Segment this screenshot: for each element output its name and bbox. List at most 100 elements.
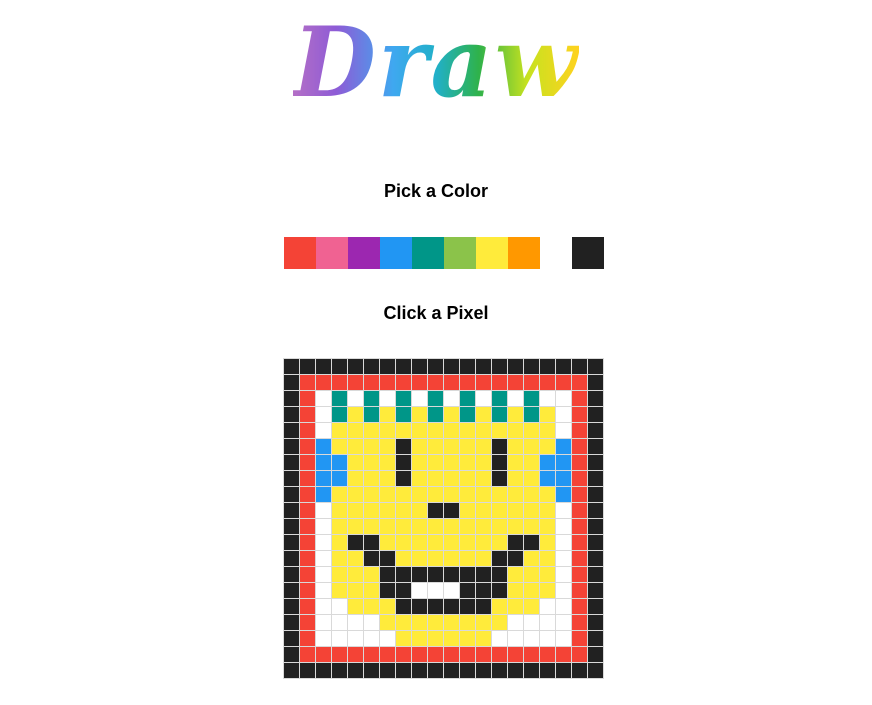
pixel-cell[interactable] bbox=[556, 631, 572, 647]
pixel-cell[interactable] bbox=[524, 615, 540, 631]
pixel-cell[interactable] bbox=[348, 663, 364, 679]
pixel-cell[interactable] bbox=[348, 391, 364, 407]
pixel-cell[interactable] bbox=[508, 455, 524, 471]
pixel-cell[interactable] bbox=[476, 375, 492, 391]
pixel-cell[interactable] bbox=[300, 599, 316, 615]
pixel-cell[interactable] bbox=[364, 551, 380, 567]
pixel-cell[interactable] bbox=[332, 599, 348, 615]
pixel-cell[interactable] bbox=[348, 407, 364, 423]
pixel-cell[interactable] bbox=[476, 599, 492, 615]
pixel-cell[interactable] bbox=[588, 423, 604, 439]
pixel-cell[interactable] bbox=[588, 407, 604, 423]
pixel-cell[interactable] bbox=[460, 471, 476, 487]
pixel-cell[interactable] bbox=[540, 663, 556, 679]
pixel-cell[interactable] bbox=[316, 359, 332, 375]
pixel-cell[interactable] bbox=[316, 391, 332, 407]
pixel-cell[interactable] bbox=[316, 503, 332, 519]
pixel-cell[interactable] bbox=[460, 631, 476, 647]
pixel-cell[interactable] bbox=[428, 455, 444, 471]
pixel-cell[interactable] bbox=[284, 583, 300, 599]
pixel-cell[interactable] bbox=[508, 631, 524, 647]
pixel-cell[interactable] bbox=[492, 487, 508, 503]
pixel-cell[interactable] bbox=[332, 567, 348, 583]
pixel-cell[interactable] bbox=[572, 407, 588, 423]
pixel-cell[interactable] bbox=[300, 519, 316, 535]
pixel-cell[interactable] bbox=[332, 487, 348, 503]
pixel-cell[interactable] bbox=[444, 487, 460, 503]
pixel-cell[interactable] bbox=[476, 615, 492, 631]
pixel-cell[interactable] bbox=[284, 503, 300, 519]
pixel-cell[interactable] bbox=[284, 359, 300, 375]
pixel-cell[interactable] bbox=[556, 423, 572, 439]
pixel-cell[interactable] bbox=[588, 487, 604, 503]
pixel-cell[interactable] bbox=[396, 583, 412, 599]
pixel-cell[interactable] bbox=[508, 663, 524, 679]
pixel-cell[interactable] bbox=[364, 583, 380, 599]
pixel-cell[interactable] bbox=[364, 455, 380, 471]
pixel-cell[interactable] bbox=[460, 567, 476, 583]
pixel-cell[interactable] bbox=[364, 391, 380, 407]
pixel-cell[interactable] bbox=[492, 663, 508, 679]
pixel-cell[interactable] bbox=[556, 535, 572, 551]
pixel-cell[interactable] bbox=[508, 503, 524, 519]
pixel-cell[interactable] bbox=[524, 391, 540, 407]
pixel-cell[interactable] bbox=[396, 455, 412, 471]
pixel-cell[interactable] bbox=[300, 535, 316, 551]
pixel-cell[interactable] bbox=[492, 615, 508, 631]
pixel-cell[interactable] bbox=[476, 503, 492, 519]
pixel-cell[interactable] bbox=[428, 391, 444, 407]
pixel-cell[interactable] bbox=[412, 391, 428, 407]
pixel-cell[interactable] bbox=[380, 471, 396, 487]
pixel-cell[interactable] bbox=[524, 455, 540, 471]
pixel-cell[interactable] bbox=[316, 455, 332, 471]
pixel-cell[interactable] bbox=[316, 519, 332, 535]
pixel-cell[interactable] bbox=[492, 519, 508, 535]
pixel-cell[interactable] bbox=[284, 487, 300, 503]
pixel-cell[interactable] bbox=[444, 391, 460, 407]
pixel-cell[interactable] bbox=[444, 615, 460, 631]
pixel-cell[interactable] bbox=[572, 471, 588, 487]
pixel-cell[interactable] bbox=[572, 567, 588, 583]
pixel-cell[interactable] bbox=[588, 615, 604, 631]
pixel-cell[interactable] bbox=[588, 647, 604, 663]
pixel-cell[interactable] bbox=[380, 359, 396, 375]
pixel-cell[interactable] bbox=[492, 455, 508, 471]
pixel-cell[interactable] bbox=[412, 663, 428, 679]
pixel-cell[interactable] bbox=[556, 407, 572, 423]
pixel-cell[interactable] bbox=[492, 359, 508, 375]
pixel-cell[interactable] bbox=[588, 535, 604, 551]
pixel-cell[interactable] bbox=[540, 567, 556, 583]
pixel-cell[interactable] bbox=[412, 631, 428, 647]
pixel-cell[interactable] bbox=[556, 615, 572, 631]
pixel-cell[interactable] bbox=[492, 551, 508, 567]
pixel-cell[interactable] bbox=[572, 503, 588, 519]
pixel-cell[interactable] bbox=[444, 647, 460, 663]
pixel-cell[interactable] bbox=[476, 423, 492, 439]
pixel-cell[interactable] bbox=[348, 423, 364, 439]
pixel-cell[interactable] bbox=[588, 583, 604, 599]
pixel-cell[interactable] bbox=[396, 359, 412, 375]
pixel-cell[interactable] bbox=[460, 375, 476, 391]
pixel-cell[interactable] bbox=[316, 615, 332, 631]
pixel-cell[interactable] bbox=[508, 407, 524, 423]
pixel-cell[interactable] bbox=[316, 487, 332, 503]
pixel-cell[interactable] bbox=[380, 439, 396, 455]
pixel-cell[interactable] bbox=[540, 631, 556, 647]
pixel-cell[interactable] bbox=[428, 535, 444, 551]
pixel-cell[interactable] bbox=[460, 455, 476, 471]
pixel-cell[interactable] bbox=[556, 503, 572, 519]
pixel-cell[interactable] bbox=[316, 631, 332, 647]
pixel-cell[interactable] bbox=[508, 391, 524, 407]
pixel-cell[interactable] bbox=[476, 631, 492, 647]
pixel-cell[interactable] bbox=[556, 487, 572, 503]
pixel-cell[interactable] bbox=[588, 375, 604, 391]
pixel-cell[interactable] bbox=[412, 471, 428, 487]
pixel-cell[interactable] bbox=[364, 535, 380, 551]
pixel-cell[interactable] bbox=[380, 567, 396, 583]
pixel-cell[interactable] bbox=[332, 503, 348, 519]
pixel-cell[interactable] bbox=[428, 407, 444, 423]
pixel-cell[interactable] bbox=[524, 551, 540, 567]
pixel-cell[interactable] bbox=[332, 359, 348, 375]
pixel-cell[interactable] bbox=[524, 663, 540, 679]
pixel-cell[interactable] bbox=[492, 439, 508, 455]
